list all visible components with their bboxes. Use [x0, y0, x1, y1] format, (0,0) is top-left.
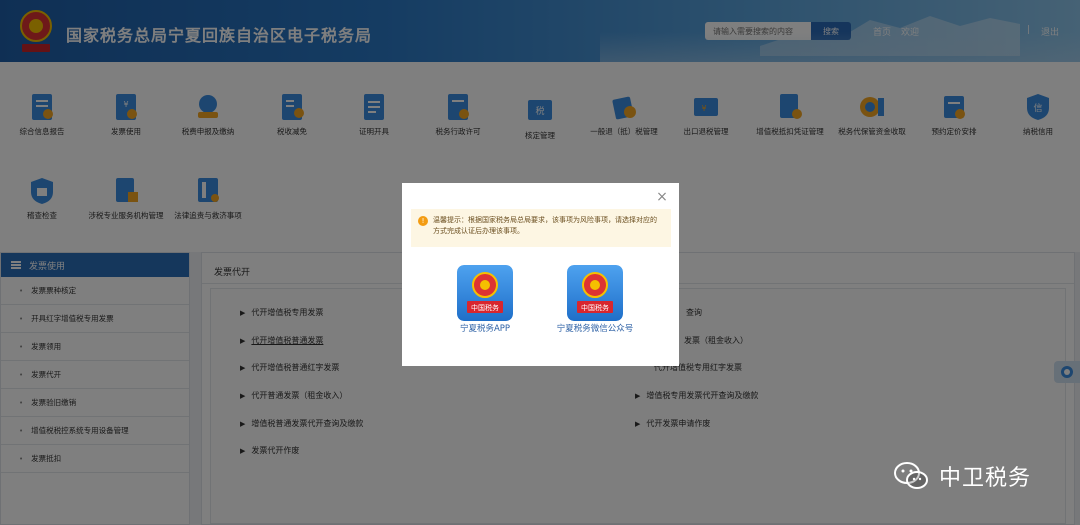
notice-banner: ! 温馨提示：根据国家税务局总局要求，该事项为风险事项，请选择对应的方式完成认证…: [411, 209, 671, 247]
watermark-text: 中卫税务: [939, 466, 1032, 491]
app-label: 宁夏税务微信公众号: [556, 324, 634, 334]
svg-text:中国税务: 中国税务: [581, 303, 609, 312]
app-label: 宁夏税务APP: [459, 324, 511, 334]
wechat-icon: [894, 462, 928, 489]
tax-app-icon: 中国税务: [457, 265, 513, 321]
notice-text: 温馨提示：根据国家税务局总局要求，该事项为风险事项，请选择对应的方式完成认证后办…: [433, 216, 657, 235]
watermark: 中卫税务: [893, 460, 1031, 492]
svg-text:中国税务: 中国税务: [471, 303, 499, 312]
close-icon[interactable]: ×: [655, 190, 669, 204]
app-option-ningxia-tax-wechat[interactable]: 中国税务 宁夏税务微信公众号: [550, 265, 640, 335]
tax-wechat-icon: 中国税务: [567, 265, 623, 321]
risk-notice-modal: × ! 温馨提示：根据国家税务局总局要求，该事项为风险事项，请选择对应的方式完成…: [402, 183, 679, 366]
app-option-ningxia-tax-app[interactable]: 中国税务 宁夏税务APP: [440, 265, 530, 335]
warning-icon: !: [418, 216, 428, 226]
